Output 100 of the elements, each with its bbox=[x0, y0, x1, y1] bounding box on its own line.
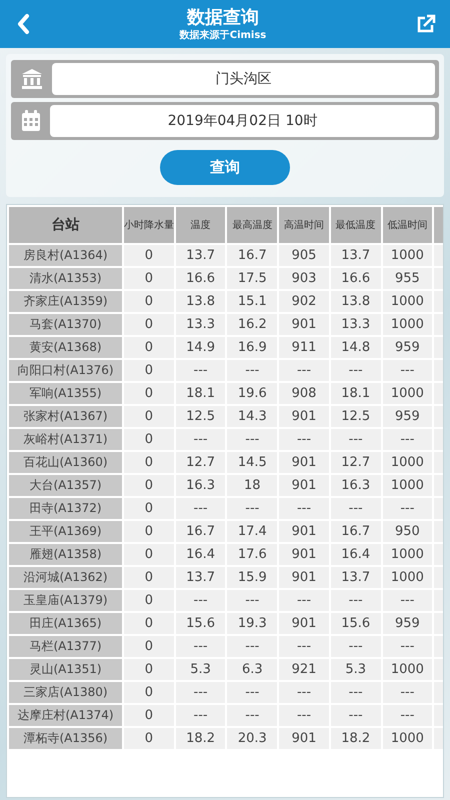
table-cell: 0 bbox=[123, 313, 175, 336]
table-cell: --- bbox=[174, 681, 226, 704]
table-cell: 959 bbox=[382, 336, 434, 359]
table-cell: 12.5 bbox=[174, 405, 226, 428]
table-cell: 0 bbox=[123, 727, 175, 750]
table-cell: 0 bbox=[123, 244, 175, 267]
table-cell: 18.1 bbox=[330, 382, 382, 405]
station-cell: 向阳口村(A1376) bbox=[8, 359, 124, 382]
table-cell: 18.1 bbox=[174, 382, 226, 405]
query-button[interactable]: 查询 bbox=[160, 150, 290, 185]
table-cell: 0 bbox=[123, 290, 175, 313]
table-cell: 0 bbox=[123, 474, 175, 497]
table-cell: 16.3 bbox=[330, 474, 382, 497]
table-cell: 959 bbox=[382, 612, 434, 635]
table-cell: 16.7 bbox=[330, 520, 382, 543]
table-cell: 1000 bbox=[382, 566, 434, 589]
table-cell: --- bbox=[382, 681, 434, 704]
table-cell: 14.5 bbox=[226, 451, 278, 474]
table-cell: 901 bbox=[278, 451, 330, 474]
table-cell: --- bbox=[330, 428, 382, 451]
table-cell: --- bbox=[382, 428, 434, 451]
district-field[interactable]: 门头沟区 bbox=[11, 60, 439, 98]
table-cell: 0 bbox=[123, 451, 175, 474]
table-cell: 17.5 bbox=[226, 267, 278, 290]
table-cell: --- bbox=[330, 589, 382, 612]
station-cell: 齐家庄(A1359) bbox=[8, 290, 124, 313]
station-cell: 军响(A1355) bbox=[8, 382, 124, 405]
station-cell: 玉皇庙(A1379) bbox=[8, 589, 124, 612]
table-cell: 903 bbox=[278, 267, 330, 290]
table-cell: --- bbox=[226, 428, 278, 451]
table-cell: 0 bbox=[123, 658, 175, 681]
table-cell: 901 bbox=[278, 727, 330, 750]
table-cell: 959 bbox=[382, 405, 434, 428]
table-cell: 0 bbox=[123, 359, 175, 382]
table-cell: --- bbox=[330, 635, 382, 658]
table-cell: 18 bbox=[226, 474, 278, 497]
table-cell: 1000 bbox=[382, 474, 434, 497]
table-cell: 15.9 bbox=[226, 566, 278, 589]
table-cell: 902 bbox=[278, 290, 330, 313]
table-cell: 16.9 bbox=[226, 336, 278, 359]
table-cell: --- bbox=[278, 497, 330, 520]
table-cell: 16.4 bbox=[330, 543, 382, 566]
station-cell: 沿河城(A1362) bbox=[8, 566, 124, 589]
table-cell: 905 bbox=[278, 244, 330, 267]
table-cell: --- bbox=[226, 704, 278, 727]
table-cell: 0 bbox=[123, 428, 175, 451]
table-cell: 16.7 bbox=[174, 520, 226, 543]
table-cell: 18.2 bbox=[174, 727, 226, 750]
table-cell: --- bbox=[174, 635, 226, 658]
station-cell: 房良村(A1364) bbox=[8, 244, 124, 267]
station-cell: 百花山(A1360) bbox=[8, 451, 124, 474]
datetime-field[interactable]: 2019年04月02日 10时 bbox=[11, 102, 439, 140]
table-cell: 0 bbox=[123, 382, 175, 405]
table-cell: 0 bbox=[123, 635, 175, 658]
table-cell: 0 bbox=[123, 612, 175, 635]
station-cell: 张家村(A1367) bbox=[8, 405, 124, 428]
table-cell: 908 bbox=[278, 382, 330, 405]
table-cell: 16.7 bbox=[226, 244, 278, 267]
table-cell: --- bbox=[382, 589, 434, 612]
table-cell: 13.3 bbox=[174, 313, 226, 336]
table-cell: 0 bbox=[123, 681, 175, 704]
table-cell: 911 bbox=[278, 336, 330, 359]
station-cell: 灵山(A1351) bbox=[8, 658, 124, 681]
station-cell: 达摩庄村(A1374) bbox=[8, 704, 124, 727]
column-header: 低温时间 bbox=[382, 206, 434, 244]
table-cell: 17.4 bbox=[226, 520, 278, 543]
table-cell: --- bbox=[278, 635, 330, 658]
page-subtitle: 数据来源于Cimiss bbox=[180, 28, 266, 42]
table-cell: 901 bbox=[278, 520, 330, 543]
table-cell: 13.3 bbox=[330, 313, 382, 336]
table-cell: --- bbox=[226, 359, 278, 382]
table-cell: 901 bbox=[278, 612, 330, 635]
table-cell: 14.9 bbox=[174, 336, 226, 359]
station-cell: 马套(A1370) bbox=[8, 313, 124, 336]
column-header: 温度 bbox=[174, 206, 226, 244]
back-icon bbox=[16, 13, 30, 35]
table-cell: 950 bbox=[382, 520, 434, 543]
table-cell: 1000 bbox=[382, 244, 434, 267]
station-cell: 雁翅(A1358) bbox=[8, 543, 124, 566]
table-cell: --- bbox=[278, 428, 330, 451]
table-cell: 0 bbox=[123, 566, 175, 589]
station-cell: 王平(A1369) bbox=[8, 520, 124, 543]
table-cell: 13.8 bbox=[174, 290, 226, 313]
table-cell: --- bbox=[330, 359, 382, 382]
table-cell: 13.7 bbox=[330, 566, 382, 589]
table-cell: 12.7 bbox=[330, 451, 382, 474]
table-cell: --- bbox=[174, 359, 226, 382]
table-cell: --- bbox=[174, 428, 226, 451]
bank-icon bbox=[21, 68, 43, 90]
table-cell: 5.3 bbox=[330, 658, 382, 681]
table-cell: --- bbox=[174, 704, 226, 727]
table-cell: 14.8 bbox=[330, 336, 382, 359]
table-cell: 0 bbox=[123, 543, 175, 566]
table-cell: 1000 bbox=[382, 313, 434, 336]
table-cell: 0 bbox=[123, 589, 175, 612]
table-cell: 20.3 bbox=[226, 727, 278, 750]
station-cell: 大台(A1357) bbox=[8, 474, 124, 497]
station-cell: 灰峪村(A1371) bbox=[8, 428, 124, 451]
table-cell: --- bbox=[330, 497, 382, 520]
table-cell: 1000 bbox=[382, 382, 434, 405]
